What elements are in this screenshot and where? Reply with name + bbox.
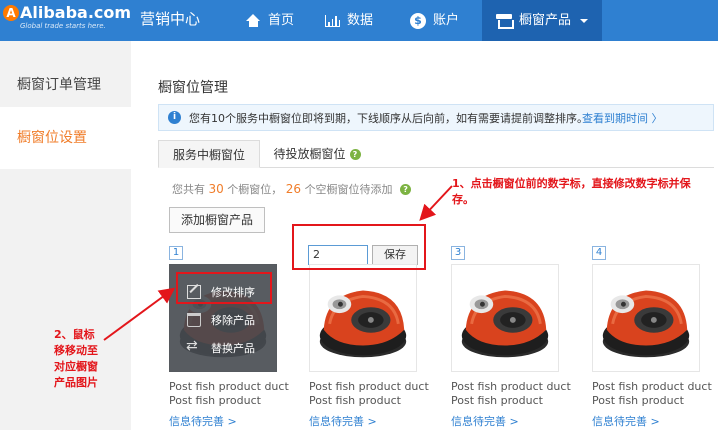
product-image[interactable] <box>592 264 700 372</box>
page-title: 橱窗位管理 <box>158 80 228 96</box>
nav-account-label: 账户 <box>433 12 460 28</box>
product-image[interactable] <box>309 264 417 372</box>
product-name: Post fish product <box>169 394 261 407</box>
complete-info-link[interactable]: 信息待完善 > <box>169 413 237 429</box>
complete-info-link[interactable]: 信息待完善 > <box>592 413 660 429</box>
notice-text: 您有10个服务中橱窗位即将到期，下线顺序从后向前，如有需要请提前调整排序。 <box>189 112 588 125</box>
count-prefix: 您共有 <box>172 183 205 196</box>
remove-product-action[interactable]: 移除产品 <box>187 312 255 328</box>
swap-icon <box>186 338 201 355</box>
tab-pending[interactable]: 待投放橱窗位? <box>262 140 372 168</box>
logo-tagline: Global trade starts here. <box>20 22 106 30</box>
product-name: Post fish product duct <box>451 380 571 393</box>
remove-product-label: 移除产品 <box>211 314 255 327</box>
arrow-to-edit-field <box>419 185 453 221</box>
product-name: Post fish product <box>592 394 684 407</box>
product-name: Post fish product duct <box>592 380 712 393</box>
trash-icon <box>187 313 201 327</box>
slot-number-badge[interactable]: 1 <box>169 246 183 260</box>
annotation-step-1: 1、点击橱窗位前的数字标，直接修改数字标并保存。 <box>452 177 691 206</box>
nav-data[interactable]: 数据 <box>325 0 373 41</box>
tab-in-service[interactable]: 服务中橱窗位 <box>158 140 260 168</box>
highlight-box-edit-action <box>176 272 272 304</box>
nav-showcase-label: 橱窗产品 <box>519 12 572 28</box>
slot-count-summary: 您共有 30 个橱窗位， 26 个空橱窗位待添加 ? <box>172 181 412 197</box>
product-name: Post fish product <box>451 394 543 407</box>
tab-in-service-label: 服务中橱窗位 <box>172 148 245 162</box>
count-mid: 个橱窗位， <box>227 183 283 196</box>
highlight-box-edit-field <box>292 224 426 270</box>
product-name: Post fish product duct <box>169 380 289 393</box>
product-name: Post fish product <box>309 394 401 407</box>
bar-chart-icon <box>325 14 340 27</box>
nav-data-label: 数据 <box>347 12 374 28</box>
view-expiry-link[interactable]: 查看到期时间 〉 <box>582 110 663 126</box>
nav-home[interactable]: 首页 <box>246 0 294 41</box>
info-icon: i <box>168 111 181 124</box>
top-nav-bar: A Alibaba.com Global trade starts here. 营… <box>0 0 718 41</box>
count-total: 30 <box>208 182 224 196</box>
logo-wordmark: A Alibaba.com <box>3 2 131 24</box>
home-icon <box>246 14 261 27</box>
store-icon <box>496 14 514 29</box>
product-image[interactable] <box>451 264 559 372</box>
question-icon[interactable]: ? <box>400 184 412 195</box>
count-suffix: 个空橱窗位待添加 <box>304 183 393 196</box>
chevron-down-icon <box>580 18 589 23</box>
complete-info-link[interactable]: 信息待完善 > <box>309 413 377 429</box>
brand-title: 营销中心 <box>140 10 201 28</box>
nav-showcase-products[interactable]: 橱窗产品 <box>482 0 603 41</box>
product-name: Post fish product duct <box>309 380 429 393</box>
sidebar-item-showcase-settings[interactable]: 橱窗位设置 <box>0 107 131 169</box>
alibaba-logo[interactable]: A Alibaba.com Global trade starts here. <box>3 2 131 39</box>
coin-icon: $ <box>410 12 426 29</box>
count-empty: 26 <box>285 182 302 196</box>
nav-account[interactable]: $ 账户 <box>410 0 459 41</box>
nav-home-label: 首页 <box>268 12 295 28</box>
add-showcase-product-button[interactable]: 添加橱窗产品 <box>169 207 265 233</box>
complete-info-link[interactable]: 信息待完善 > <box>451 413 519 429</box>
replace-product-label: 替换产品 <box>211 342 255 355</box>
annotation-step-2: 2、鼠标移移动至对应橱窗产品图片 <box>54 328 98 389</box>
slot-number-badge[interactable]: 4 <box>592 246 606 260</box>
robot-vacuum-photo <box>461 290 549 358</box>
sidebar-item-showcase-orders[interactable]: 橱窗订单管理 <box>0 55 131 115</box>
slot-number-badge[interactable]: 3 <box>451 246 465 260</box>
robot-vacuum-photo <box>602 290 690 358</box>
tab-pending-label: 待投放橱窗位 <box>273 147 346 161</box>
notice-banner: i 您有10个服务中橱窗位即将到期，下线顺序从后向前，如有需要请提前调整排序。 … <box>158 104 714 131</box>
robot-vacuum-photo <box>319 290 407 358</box>
logo-text: Alibaba.com <box>20 3 132 22</box>
replace-product-action[interactable]: 替换产品 <box>186 338 255 356</box>
question-icon[interactable]: ? <box>349 149 361 160</box>
